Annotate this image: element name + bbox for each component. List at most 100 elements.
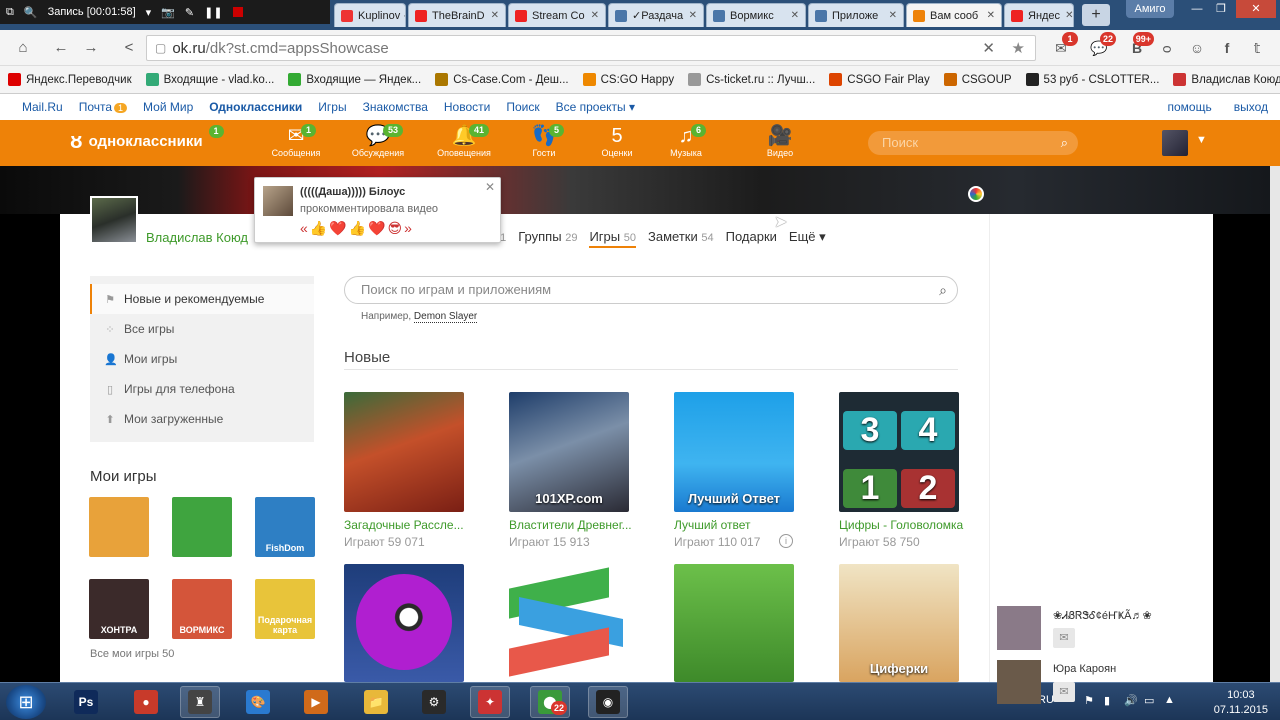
ok-nav-item[interactable]: 5 Оценки [582,124,652,158]
ok-nav-item[interactable]: 👣 Гости 5 [509,124,579,158]
taskbar-app-button[interactable]: ♜ [180,686,220,718]
profile-photo[interactable] [90,196,138,244]
example-link[interactable]: Demon Slayer [413,311,478,323]
profile-tab[interactable]: Группы 29 [518,229,577,248]
close-icon[interactable]: ✕ [485,180,495,194]
my-game-tile[interactable]: ХОНТРА [89,579,149,639]
side-menu-item[interactable]: 👤 Мои игры [90,344,314,374]
clock[interactable]: 10:03 07.11.2015 [1214,688,1268,718]
friend-name[interactable]: ❀ᏗᏰᏒᏕᎴ¢éҤҜÃ♬❀ [1053,609,1152,623]
close-window-button[interactable]: ✕ [1236,0,1276,18]
bookmark-item[interactable]: CSGOUP [943,73,1012,86]
all-my-games-link[interactable]: Все мои игры 50 [90,648,174,660]
ok-logo[interactable]: ᴕ одноклассники 1 [70,124,224,154]
vk-icon[interactable]: B 99+ [1124,32,1154,61]
my-game-tile[interactable]: FishDom [255,497,315,557]
address-bar[interactable]: ▢ ok.ru/dk?st.cmd=appsShowcase ✕ ★ [146,35,1036,61]
chat-icon[interactable]: 💬 22 [1086,32,1116,61]
search-icon[interactable]: ⌕ [1061,131,1068,155]
browser-tab[interactable]: Stream Co ✕ [508,3,606,27]
mail-icon[interactable]: ✉ 1 [1048,32,1078,61]
my-game-tile[interactable] [172,497,232,557]
profile-tab[interactable]: Ещё ▾ [789,229,826,248]
logout-link[interactable]: выход [1234,100,1268,114]
moimir-icon[interactable]: ☺ [1184,35,1210,61]
taskbar-app-button[interactable]: ✦ [470,686,510,718]
side-menu-item[interactable]: ⬆ Мои загруженные [90,404,314,434]
taskbar-app-button[interactable]: Ps [66,686,106,718]
close-tab-icon[interactable]: ✕ [491,10,499,21]
chevron-down-icon[interactable]: ▼ [1196,134,1207,146]
flag-icon[interactable]: ⚑ [1084,694,1094,707]
game-tile[interactable]: 101XP.com [509,392,629,512]
game-tile[interactable]: Лучший Ответ [674,392,794,512]
my-game-tile[interactable]: ВОРМИКС [172,579,232,639]
twitter-icon[interactable]: 𝕥 [1244,35,1270,61]
profile-name[interactable]: Владислав Коюд [146,230,248,245]
help-link[interactable]: помощь [1167,100,1211,114]
back-icon[interactable]: ← [48,36,74,60]
taskbar-app-button[interactable]: 🎨 [238,686,278,718]
user-avatar[interactable] [1162,130,1188,156]
portal-link[interactable]: Mail.Ru [22,100,63,114]
cover-picker-icon[interactable] [968,186,984,202]
bookmark-star-icon[interactable]: ★ [1012,39,1025,57]
taskbar-app-button[interactable]: 📁 [356,686,396,718]
message-icon[interactable]: ✉ [1053,682,1075,702]
network-icon[interactable]: ▮ [1104,694,1110,707]
portal-link[interactable]: Одноклассники [209,100,302,114]
portal-link[interactable]: Игры [318,100,346,114]
bookmark-item[interactable]: CSGO Fair Play [829,73,930,86]
browser-tab[interactable]: Яндес ✕ [1004,3,1074,27]
bookmark-item[interactable]: Cs-Case.Com - Деш... [435,73,569,86]
maximize-button[interactable]: ❐ [1210,0,1232,18]
browser-tab[interactable]: Приложе ✕ [808,3,904,27]
game-tile[interactable] [674,564,794,682]
info-icon[interactable]: i [779,534,793,548]
mail-link-wrapper[interactable]: Почта 1 [79,100,128,114]
popup-avatar[interactable] [263,186,293,216]
volume-icon[interactable]: 🔊 [1124,694,1138,707]
browser-tab[interactable]: Вормикс ✕ [706,3,806,27]
game-name[interactable]: Цифры - Головоломка [839,518,964,532]
game-tile[interactable]: 3412 [839,392,959,512]
ok-nav-item[interactable]: 🎥 Видео [745,124,815,158]
my-game-tile[interactable]: Подарочная карта [255,579,315,639]
game-tile[interactable] [344,392,464,512]
portal-link[interactable]: Мой Мир [143,100,193,114]
taskbar-app-button[interactable]: ▶ [296,686,336,718]
page-scrollbar[interactable] [1270,166,1280,682]
forward-icon[interactable]: → [78,36,104,60]
profile-tab[interactable]: Игры 50 [589,229,636,248]
ok-nav-item[interactable]: ♫ Музыка 6 [651,124,721,158]
home-icon[interactable]: ⌂ [10,36,36,60]
close-tab-icon[interactable]: ✕ [689,10,697,21]
bookmark-item[interactable]: Яндекс.Переводчик [8,73,132,86]
browser-tab[interactable]: Вам сооб ✕ [906,3,1002,27]
friend-name[interactable]: Юра Кароян [1053,663,1116,675]
odnoklassniki-icon[interactable]: ᴑ [1154,35,1180,61]
bookmark-item[interactable]: Владислав Коюда [1173,73,1280,86]
friend-avatar[interactable] [997,660,1041,704]
browser-tab[interactable]: Kuplinov ·✕ [334,3,406,27]
portal-link[interactable]: Почта [79,100,112,114]
portal-link[interactable]: Новости [444,100,490,114]
pen-icon[interactable]: ✎ [185,6,194,19]
my-game-tile[interactable] [89,497,149,557]
bookmark-item[interactable]: 53 руб - CSLOTTER... [1025,73,1159,86]
share-icon[interactable]: < [116,36,142,60]
bookmark-item[interactable]: Входящие — Яндек... [288,73,421,86]
facebook-icon[interactable]: f [1214,35,1240,61]
ok-nav-item[interactable]: ✉ Сообщения 1 [261,124,331,158]
taskbar-app-button[interactable]: ⚙ [414,686,454,718]
game-name[interactable]: Загадочные Рассле... [344,518,469,532]
portal-link[interactable]: Знакомства [363,100,428,114]
close-tab-icon[interactable]: ✕ [889,10,897,21]
side-menu-item[interactable]: ▯ Игры для телефона [90,374,314,404]
ok-nav-item[interactable]: 💬 Обсуждения 53 [343,124,413,158]
friend-avatar[interactable] [997,606,1041,650]
browser-tab[interactable]: TheBrainD ✕ [408,3,506,27]
portal-link[interactable]: Все проекты ▾ [556,100,635,114]
close-tab-icon[interactable]: ✕ [591,10,599,21]
camera-icon[interactable]: 📷 [161,6,175,19]
